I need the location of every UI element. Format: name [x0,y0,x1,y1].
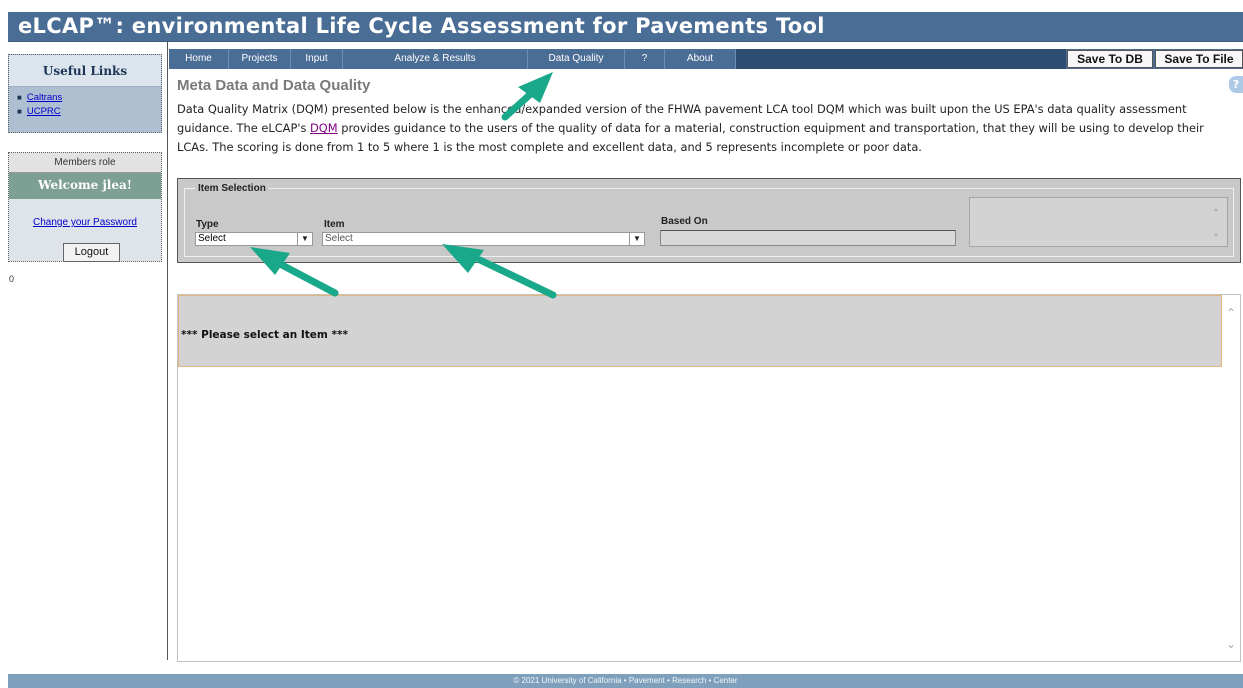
scroll-down-icon[interactable]: ⌄ [1226,637,1236,651]
page-title: Meta Data and Data Quality [177,77,371,94]
app-title: eLCAP™: environmental Life Cycle Assessm… [18,14,825,38]
chevron-down-icon[interactable]: ▼ [297,233,312,245]
results-message: *** Please select an Item *** [181,329,348,341]
nav-spacer [736,49,1066,69]
scroll-down-icon[interactable]: ⌄ [1211,229,1221,239]
left-sidebar [8,42,168,660]
save-to-file-button[interactable]: Save To File [1155,50,1243,68]
nav-home[interactable]: Home [169,49,229,69]
members-role-label: Members role [9,153,161,173]
link-ucprc[interactable]: UCPRC [27,106,61,117]
change-password-link[interactable]: Change your Password [9,217,161,228]
link-caltrans[interactable]: Caltrans [27,92,62,103]
useful-links-list: ■ Caltrans ■ UCPRC [9,87,161,119]
members-panel: Members role Welcome jlea! Change your P… [8,152,162,262]
useful-link-item: ■ UCPRC [17,105,161,119]
logout-button[interactable]: Logout [63,243,120,262]
notes-textarea[interactable]: ⌃ ⌄ [969,197,1228,247]
scroll-up-icon[interactable]: ⌃ [1226,306,1236,320]
based-on-field[interactable] [660,230,956,246]
useful-links-panel: Useful Links ■ Caltrans ■ UCPRC [8,54,162,133]
nav-projects[interactable]: Projects [229,49,291,69]
nav-analyze-results[interactable]: Analyze & Results [343,49,528,69]
useful-link-item: ■ Caltrans [17,91,161,105]
dqm-link[interactable]: DQM [310,121,338,135]
based-on-label: Based On [661,216,708,227]
footer: © 2021 University of California • Paveme… [8,674,1243,688]
title-bar: eLCAP™: environmental Life Cycle Assessm… [8,12,1243,42]
welcome-message: Welcome jlea! [9,173,161,199]
item-select[interactable]: Select ▼ [322,232,645,246]
bullet-icon: ■ [17,107,22,116]
useful-links-title: Useful Links [9,55,161,87]
nav-about[interactable]: About [665,49,736,69]
type-select[interactable]: Select ▼ [195,232,313,246]
nav-data-quality[interactable]: Data Quality [528,49,625,69]
save-to-db-button[interactable]: Save To DB [1067,50,1153,68]
item-select-value: Select [325,233,353,244]
help-icon[interactable]: ? [1229,76,1243,93]
type-label: Type [196,219,219,230]
app-window: eLCAP™: environmental Life Cycle Assessm… [0,0,1243,688]
item-selection-legend: Item Selection [195,183,269,194]
chevron-down-icon[interactable]: ▼ [629,233,644,245]
bullet-icon: ■ [17,93,22,102]
nav-help[interactable]: ? [625,49,665,69]
type-select-value: Select [198,233,226,244]
main-nav: Home Projects Input Analyze & Results Da… [169,49,1243,69]
page-description: Data Quality Matrix (DQM) presented belo… [177,100,1235,157]
item-label: Item [324,219,345,230]
nav-input[interactable]: Input [291,49,343,69]
scroll-up-icon[interactable]: ⌃ [1211,209,1221,219]
status-text: 0 [9,274,15,284]
